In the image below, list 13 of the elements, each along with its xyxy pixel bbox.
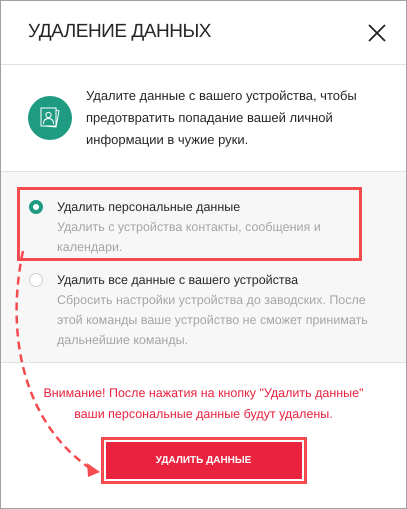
photo-card-icon <box>28 96 72 140</box>
close-icon <box>368 24 386 42</box>
option-description: Удалить с устройства контакты, сообщения и календари. <box>57 219 322 256</box>
radio-button[interactable] <box>29 200 43 214</box>
delete-data-button[interactable]: УДАЛИТЬ ДАННЫЕ <box>106 442 302 479</box>
option-description: Сбросить настройки устройства до заводских. После этой команды ваше устройство не сможет принимать дальнейшие команды. <box>57 292 369 349</box>
option-title: Удалить все данные с вашего устройства <box>57 272 300 289</box>
dialog-title: УДАЛЕНИЕ ДАННЫХ <box>28 20 211 44</box>
radio-button[interactable] <box>29 273 43 287</box>
warning-text: Внимание! После нажатия на кнопку "Удалить данные" ваши персональные данные будут удалены. <box>42 385 365 423</box>
option-title: Удалить персональные данные <box>57 199 242 216</box>
info-text: Удалите данные с вашего устройства, чтобы предотвратить попадание вашей личной информации в чужие руки. <box>86 87 358 149</box>
close-button[interactable] <box>366 22 388 44</box>
